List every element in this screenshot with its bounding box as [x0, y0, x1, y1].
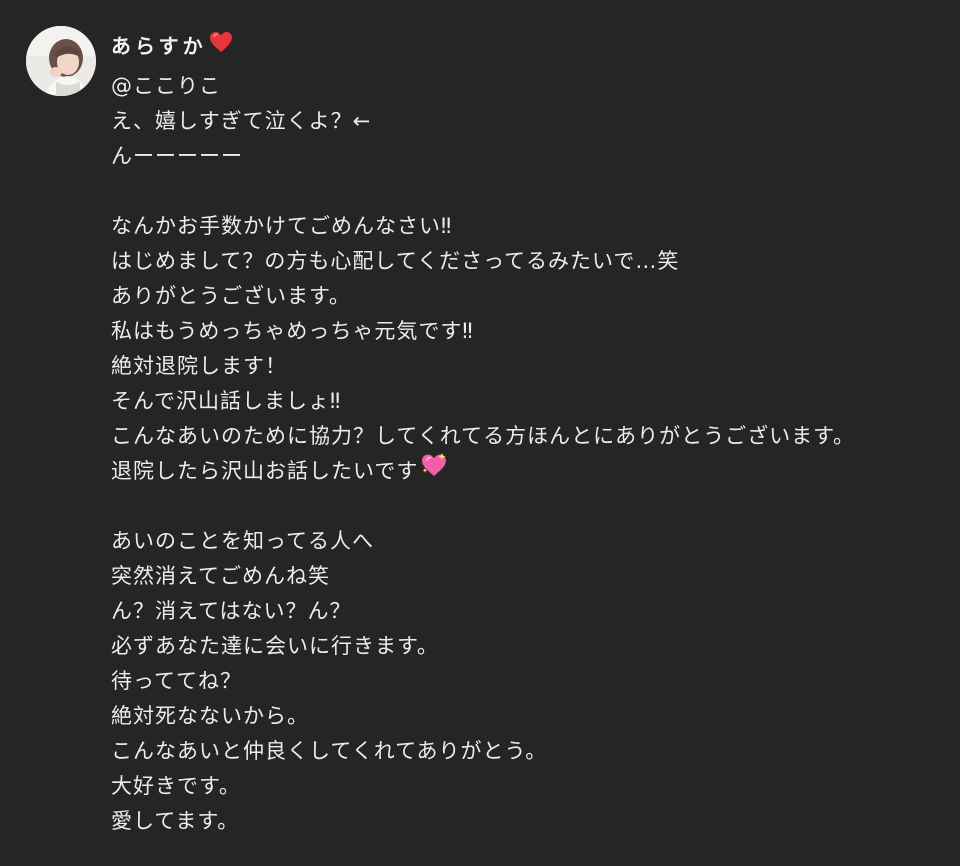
- message-line: ん？消えてはない？ん？: [111, 599, 352, 623]
- message-line: あいのことを知ってる人へ: [111, 529, 374, 553]
- message-line: そんで沢山話しましょ‼: [111, 389, 342, 413]
- message-line: 愛してます。: [111, 809, 240, 833]
- message-line: 絶対死なないから。: [111, 704, 309, 728]
- message-line: え、嬉しすぎて泣くよ？←: [111, 109, 372, 133]
- message-line: 私はもうめっちゃめっちゃ元気です‼: [111, 319, 474, 343]
- message-line: 待っててね？: [111, 669, 242, 693]
- author-name[interactable]: あらすか: [111, 30, 233, 62]
- message-line-with-icon: 退院したら沢山お話したいです: [111, 452, 951, 489]
- message-line: 大好きです。: [111, 774, 241, 798]
- message-line: 絶対退院します！: [111, 354, 287, 378]
- author-name-text: あらすか: [111, 34, 207, 58]
- message-line: 突然消えてごめんね笑: [111, 564, 330, 588]
- message-post: あらすか @ここりこ え、嬉しすぎて泣くよ？← んーーーーー なんかお手数かけて…: [0, 0, 960, 866]
- sparkling-heart-icon: [420, 452, 448, 489]
- message-line: なんかお手数かけてごめんなさい‼: [111, 214, 453, 238]
- message-line: ありがとうございます。: [111, 284, 351, 308]
- mention-line[interactable]: @ここりこ: [111, 69, 951, 104]
- message-line: こんなあいのために協力？してくれてる方ほんとにありがとうございます。: [111, 424, 856, 448]
- red-heart-icon: [209, 30, 233, 62]
- avatar[interactable]: [26, 26, 96, 96]
- message-line: 必ずあなた達に会いに行きます。: [111, 634, 439, 658]
- message-line: こんなあいと仲良くしてくれてありがとう。: [111, 739, 548, 763]
- message-line: んーーーーー: [111, 144, 243, 168]
- message-line-text: 退院したら沢山お話したいです: [111, 459, 419, 483]
- message-line: はじめまして？の方も心配してくださってるみたいで…笑: [111, 249, 680, 273]
- avatar-photo: [26, 26, 96, 96]
- message-body: @ここりこ え、嬉しすぎて泣くよ？← んーーーーー なんかお手数かけてごめんなさ…: [111, 69, 951, 839]
